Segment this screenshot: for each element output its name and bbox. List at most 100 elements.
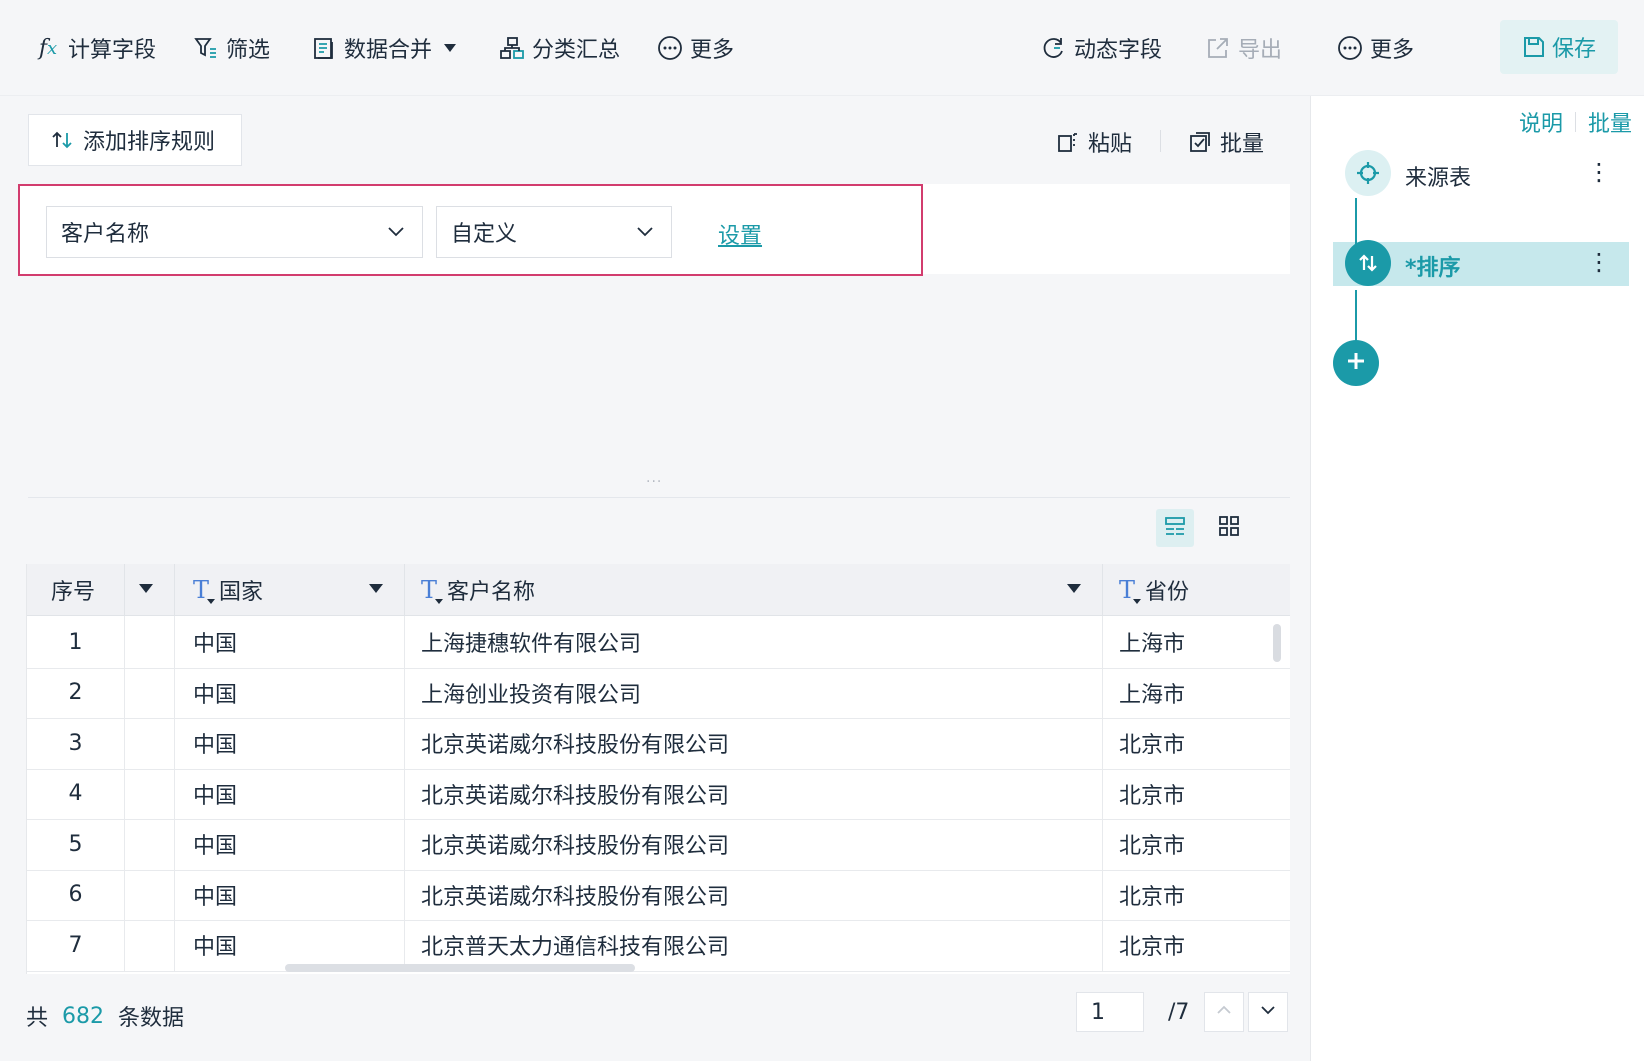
cell-index: 1 (27, 616, 125, 668)
record-count-value: 682 (62, 1003, 105, 1029)
add-step-button[interactable] (1333, 340, 1379, 386)
data-preview-table: 序号 T 国家 T 客户名称 T 省份 1 中国 上海捷穗软件有限公司 上海市 … (26, 564, 1290, 974)
more-vertical-icon[interactable]: ⋮ (1587, 248, 1611, 276)
cell-country: 中国 (175, 717, 405, 769)
table-row[interactable]: 3 中国 北京英诺威尔科技股份有限公司 北京市 (27, 717, 1290, 770)
help-link[interactable]: 说明 (1519, 106, 1563, 138)
caret-down-icon[interactable] (369, 584, 383, 593)
horizontal-scrollbar[interactable] (285, 964, 635, 972)
cell-index: 4 (27, 767, 125, 820)
list-view-button[interactable] (1156, 509, 1194, 547)
table-row[interactable]: 5 中国 北京英诺威尔科技股份有限公司 北京市 (27, 818, 1290, 871)
cell-country: 中国 (175, 616, 405, 668)
cell-customer-name: 北京英诺威尔科技股份有限公司 (405, 767, 1103, 820)
step-sort[interactable]: *排序 ⋮ (1333, 240, 1629, 286)
next-page-button[interactable] (1248, 992, 1288, 1032)
cell-spacer (125, 717, 175, 769)
caret-down-icon (444, 44, 457, 52)
sort-field-select[interactable]: 客户名称 (46, 206, 423, 258)
side-batch-link[interactable]: 批量 (1588, 106, 1632, 138)
column-header-index-menu[interactable] (125, 564, 175, 616)
paste-button[interactable]: 粘贴 (1056, 126, 1132, 158)
step-label: *排序 (1405, 256, 1461, 281)
more-vertical-icon[interactable]: ⋮ (1587, 158, 1611, 186)
chevron-down-icon (386, 221, 406, 247)
more-left-button[interactable]: 更多 (656, 26, 734, 70)
cell-customer-name: 上海捷穗软件有限公司 (405, 616, 1103, 668)
cell-province: 北京市 (1119, 834, 1186, 859)
section-divider (28, 497, 1290, 498)
calc-field-button[interactable]: fx 计算字段 (34, 26, 156, 70)
table-header: 序号 T 国家 T 客户名称 T 省份 (27, 564, 1290, 616)
side-panel-links: 说明 批量 (1519, 106, 1632, 138)
toolbar-divider (1160, 130, 1161, 152)
export-button[interactable]: 导出 (1204, 26, 1282, 70)
text-type-icon: T (1119, 576, 1142, 604)
filter-button[interactable]: 筛选 (192, 26, 270, 70)
crosshair-icon (1345, 150, 1391, 196)
column-header-label: 省份 (1145, 580, 1190, 605)
table-row[interactable]: 1 中国 上海捷穗软件有限公司 上海市 (27, 616, 1290, 669)
chevron-up-icon (1215, 1001, 1233, 1023)
merge-label: 数据合并 (344, 38, 433, 63)
save-icon (1522, 35, 1546, 59)
cell-province: 北京市 (1119, 783, 1186, 809)
dynamic-field-button[interactable]: 动态字段 (1040, 26, 1162, 70)
group-summary-label: 分类汇总 (532, 38, 621, 63)
cell-customer-name: 北京英诺威尔科技股份有限公司 (405, 717, 1103, 769)
record-count: 共 682 条数据 (26, 1000, 184, 1032)
cell-spacer (125, 666, 175, 719)
refresh-icon (1040, 34, 1068, 62)
caret-down-icon[interactable] (1067, 584, 1081, 593)
more-circle-icon (656, 34, 684, 62)
more-circle-icon (1336, 34, 1364, 62)
cell-index: 6 (27, 868, 125, 921)
cell-province: 北京市 (1119, 935, 1186, 960)
batch-button[interactable]: 批量 (1188, 126, 1264, 158)
cell-customer-name: 上海创业投资有限公司 (405, 666, 1103, 719)
cell-customer-name: 北京英诺威尔科技股份有限公司 (405, 818, 1103, 870)
save-button[interactable]: 保存 (1500, 20, 1618, 74)
chevron-down-icon (1259, 1001, 1277, 1023)
export-label: 导出 (1238, 38, 1283, 63)
custom-order-settings-link[interactable]: 设置 (718, 218, 762, 250)
grid-view-button[interactable] (1210, 509, 1248, 547)
chevron-down-icon (635, 221, 655, 247)
table-row[interactable]: 6 中国 北京英诺威尔科技股份有限公司 北京市 (27, 868, 1290, 921)
prev-page-button[interactable] (1204, 992, 1244, 1032)
plus-icon (1344, 349, 1368, 377)
table-row[interactable]: 4 中国 北京英诺威尔科技股份有限公司 北京市 (27, 767, 1290, 820)
cell-spacer (125, 767, 175, 820)
paste-label: 粘贴 (1088, 132, 1133, 157)
cell-country: 中国 (175, 818, 405, 870)
column-header-customer-name[interactable]: T 客户名称 (405, 564, 1103, 616)
text-type-icon: T (421, 576, 444, 604)
calc-field-label: 计算字段 (68, 38, 157, 63)
grid-view-icon (1218, 515, 1240, 541)
cell-country: 中国 (175, 767, 405, 820)
more-right-button[interactable]: 更多 (1336, 26, 1414, 70)
cell-spacer (125, 868, 175, 921)
vertical-scrollbar[interactable] (1273, 624, 1281, 662)
column-header-province[interactable]: T 省份 (1103, 564, 1290, 616)
resize-handle-icon[interactable]: ··· (646, 474, 662, 490)
more-right-label: 更多 (1370, 38, 1415, 63)
column-header-country[interactable]: T 国家 (175, 564, 405, 616)
column-header-index: 序号 (27, 564, 125, 616)
table-row[interactable]: 2 中国 上海创业投资有限公司 上海市 (27, 666, 1290, 719)
merge-icon (310, 34, 338, 62)
page-number-input[interactable]: 1 (1076, 992, 1144, 1032)
toolbar: fx 计算字段 筛选 数据合并 分类汇总 更多 动态字段 导出 更多 保存 (0, 0, 1644, 96)
function-icon: fx (38, 35, 58, 61)
sort-arrows-icon (1345, 240, 1391, 286)
sort-field-value: 客户名称 (61, 222, 150, 247)
link-divider (1574, 112, 1576, 132)
group-summary-button[interactable]: 分类汇总 (498, 26, 620, 70)
sort-order-select[interactable]: 自定义 (436, 206, 672, 258)
merge-button[interactable]: 数据合并 (310, 26, 457, 70)
text-type-icon: T (193, 576, 216, 604)
add-sort-rule-button[interactable]: 添加排序规则 (28, 114, 242, 166)
step-source-table[interactable]: 来源表 ⋮ (1333, 150, 1629, 196)
table-row[interactable]: 7 中国 北京普天太力通信科技有限公司 北京市 (27, 919, 1290, 972)
cell-province: 北京市 (1119, 733, 1186, 758)
